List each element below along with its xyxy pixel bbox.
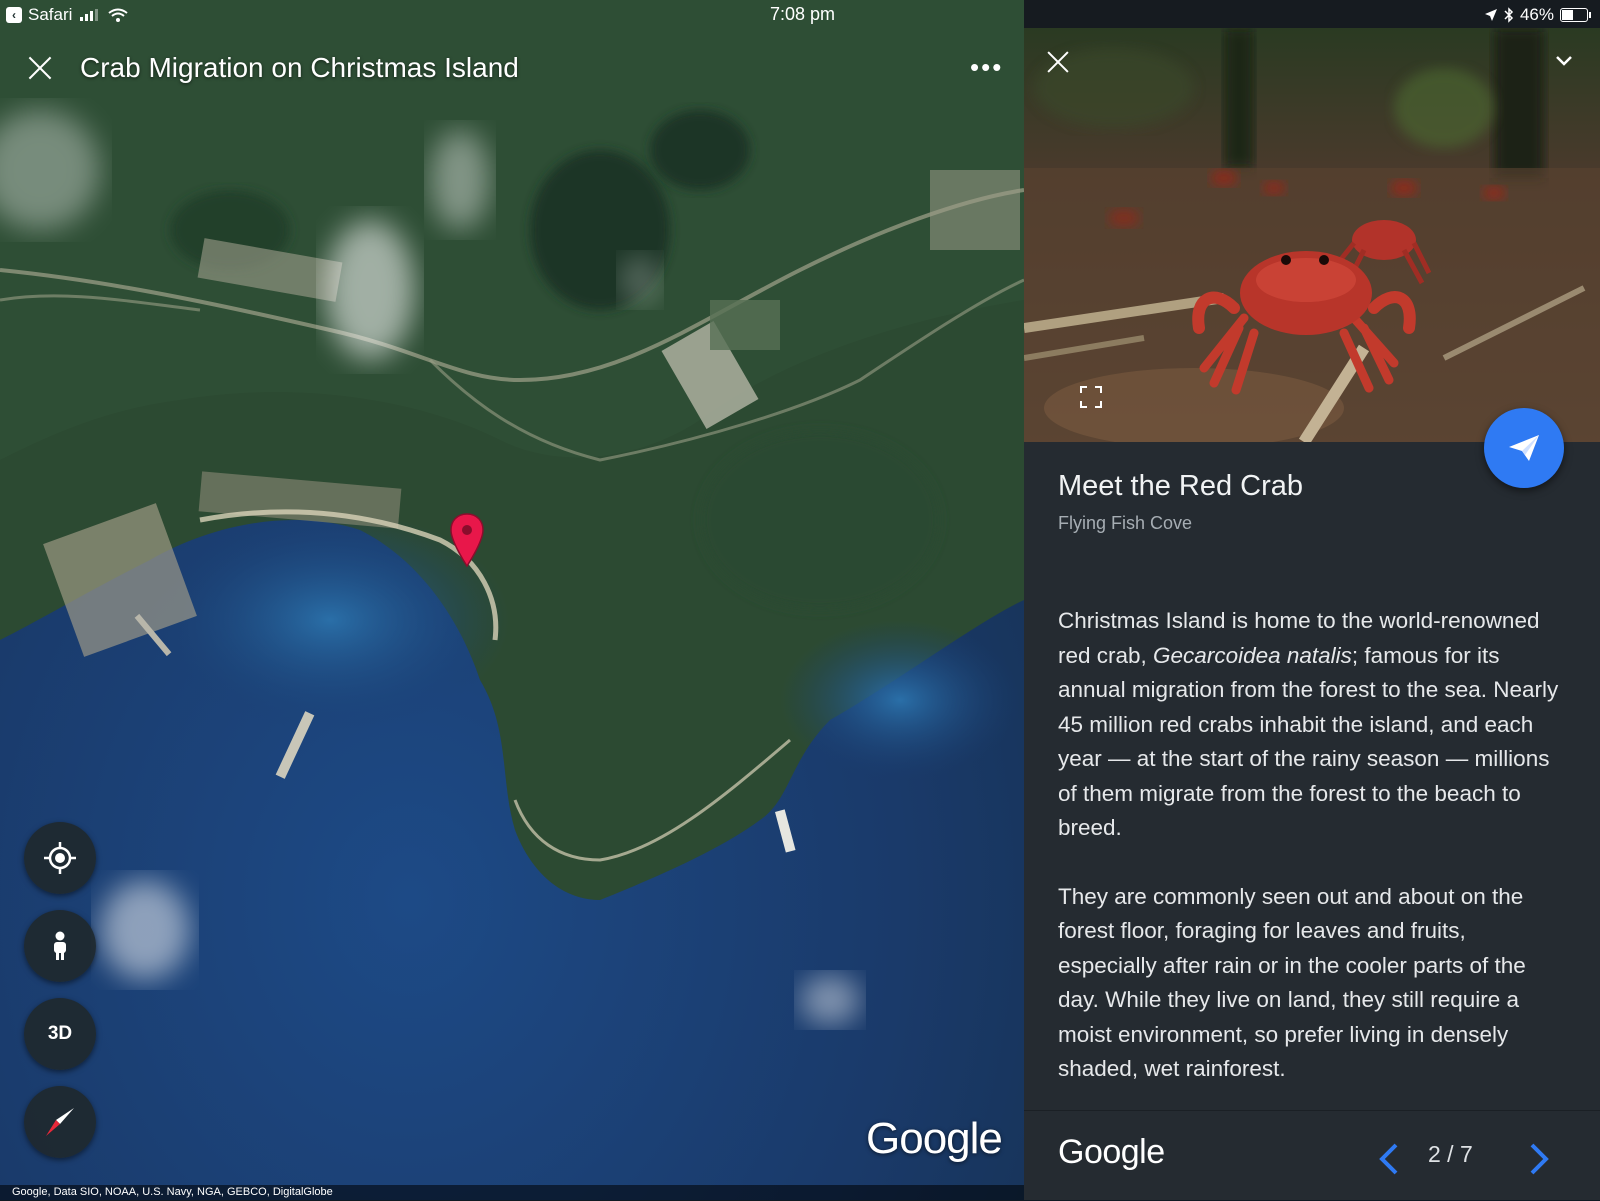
satellite-imagery <box>0 0 1024 1200</box>
body-paragraph-1: Christmas Island is home to the world-re… <box>1058 604 1568 846</box>
map-title: Crab Migration on Christmas Island <box>80 52 519 83</box>
compass-icon <box>46 1108 74 1136</box>
species-name: Gecarcoidea natalis <box>1153 642 1352 668</box>
back-app-label[interactable]: Safari <box>28 5 72 25</box>
map-pin-icon[interactable] <box>449 512 485 568</box>
red-crab-photo <box>1024 28 1600 442</box>
fly-to-button[interactable] <box>1484 408 1564 488</box>
card-body: Christmas Island is home to the world-re… <box>1058 604 1568 1121</box>
pegman-icon <box>54 931 66 960</box>
chevron-left-icon[interactable] <box>1374 1141 1404 1177</box>
pager-count: 2 / 7 <box>1428 1141 1473 1167</box>
my-location-button[interactable] <box>24 822 96 894</box>
card-title: Meet the Red Crab <box>1058 470 1304 502</box>
google-logo-map: Google <box>866 1114 1003 1163</box>
three-d-toggle[interactable]: 3D <box>24 998 96 1070</box>
fullscreen-icon[interactable] <box>1080 386 1102 408</box>
chevron-down-icon[interactable] <box>1554 54 1574 68</box>
close-icon[interactable] <box>26 54 54 82</box>
google-logo-panel: Google <box>1058 1133 1165 1171</box>
info-panel: 46% Meet the Red Crab Flying Fish Cove C… <box>1024 0 1600 1200</box>
three-d-label: 3D <box>47 1023 73 1044</box>
street-view-button[interactable] <box>24 910 96 982</box>
signal-icon <box>80 9 99 21</box>
more-icon[interactable]: ••• <box>970 52 1003 83</box>
clock: 7:08 pm <box>770 4 836 24</box>
locate-icon <box>44 842 76 874</box>
location-arrow-icon <box>1484 9 1497 21</box>
chevron-right-icon[interactable] <box>1524 1141 1554 1177</box>
back-arrow-icon[interactable]: ‹ <box>6 7 22 23</box>
hero-photo[interactable] <box>1024 28 1600 442</box>
map-attribution: Google, Data SIO, NOAA, U.S. Navy, NGA, … <box>0 1185 1024 1200</box>
body-paragraph-2: They are commonly seen out and about on … <box>1058 883 1526 1082</box>
close-icon[interactable] <box>1046 50 1070 74</box>
status-bar-left: ‹ Safari 7:08 pm <box>0 0 1024 30</box>
wifi-icon <box>108 8 129 22</box>
compass-button[interactable] <box>24 1086 96 1158</box>
map-header: Crab Migration on Christmas Island ••• <box>0 40 1024 100</box>
bluetooth-icon <box>1504 7 1514 23</box>
battery-percent: 46% <box>1519 5 1554 24</box>
battery-icon <box>1560 8 1591 22</box>
status-bar-right: 46% <box>1024 0 1600 30</box>
send-icon <box>1509 435 1539 461</box>
card-subtitle: Flying Fish Cove <box>1058 513 1193 533</box>
map-view[interactable]: ‹ Safari 7:08 pm Crab Migration on Chris… <box>0 0 1024 1200</box>
body-text: ; famous for its annual migration from t… <box>1058 642 1559 841</box>
panel-footer: Google 2 / 7 <box>1024 1110 1600 1201</box>
